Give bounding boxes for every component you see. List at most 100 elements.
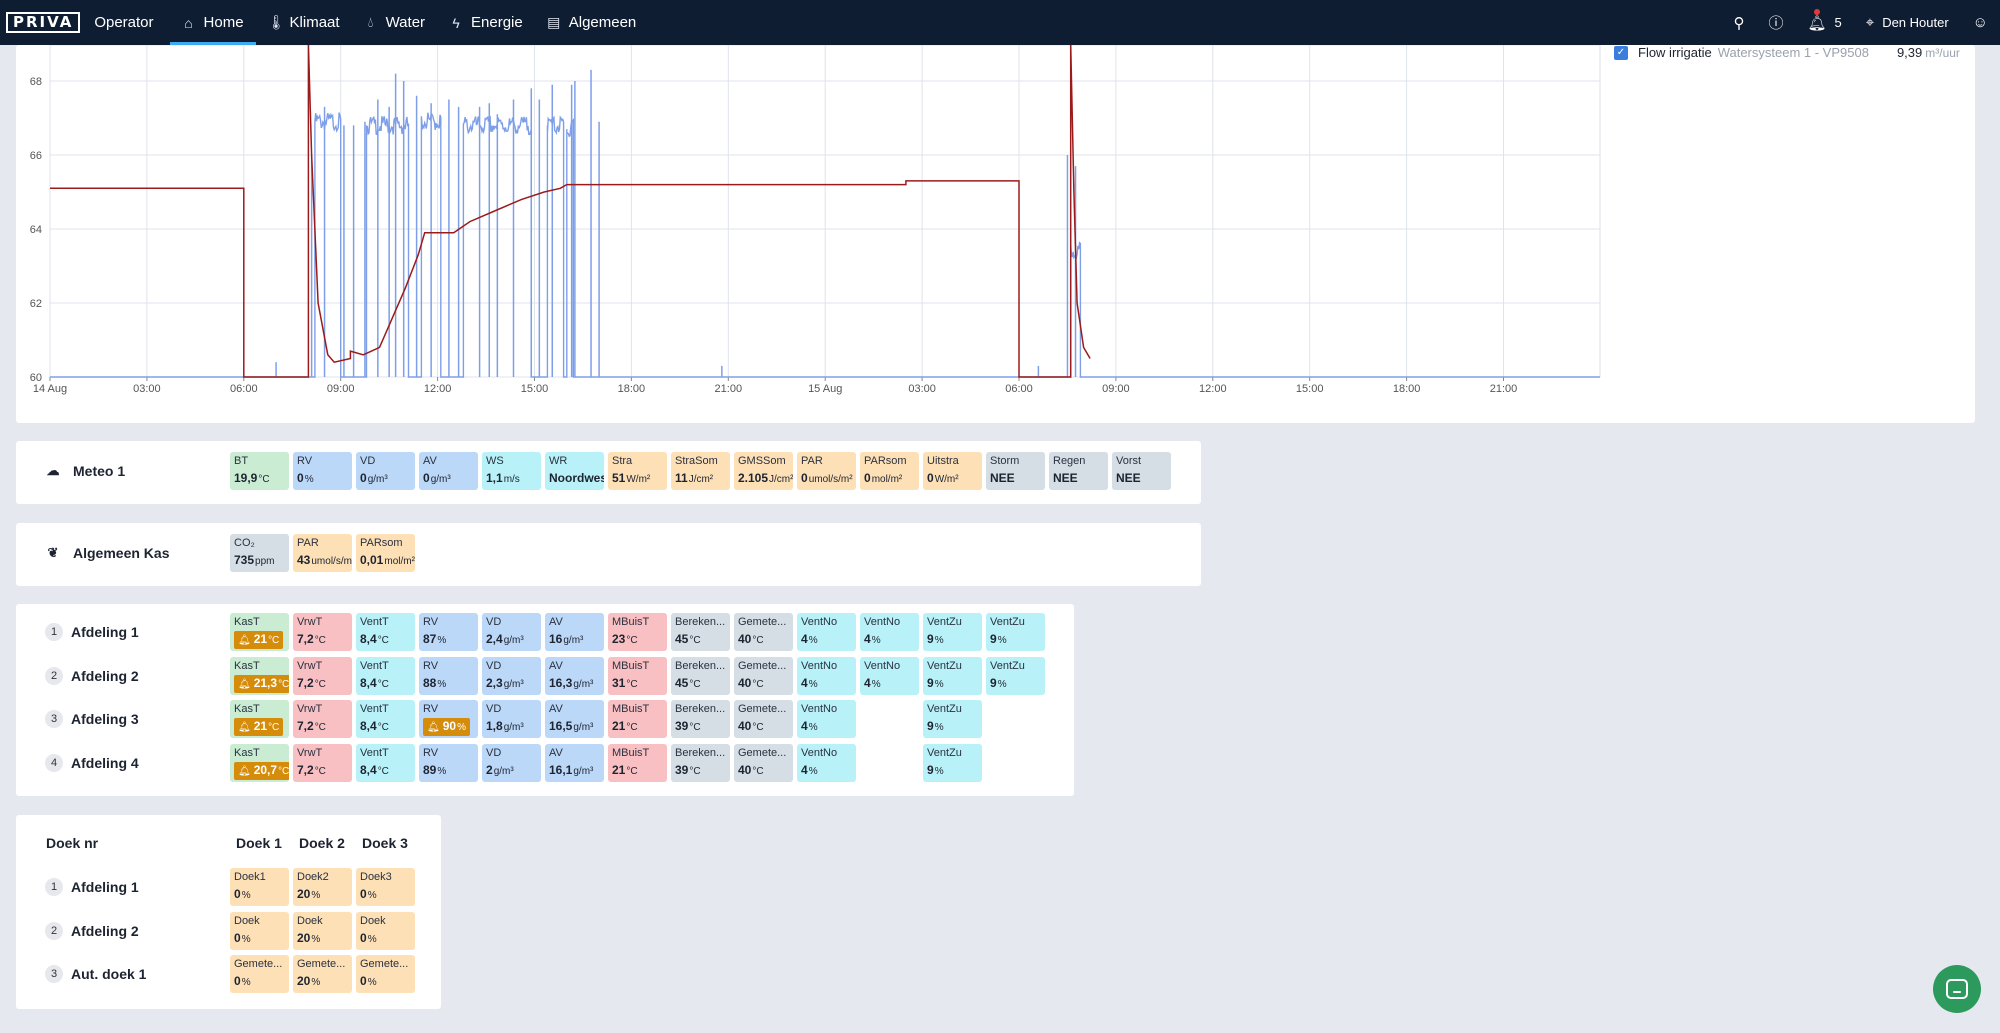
afdeling-label[interactable]: 2 Afdeling 2 [45,666,139,685]
line-chart[interactable]: 606264666814 Aug 03:00 06:00 09:00 12:00 15:0… [16,45,1975,423]
tile-unit: umol/s/m² [311,556,352,567]
value-tile[interactable]: Uitstra 0W/m² [923,452,982,490]
value-tile[interactable]: VentZu 9% [986,656,1045,695]
value-tile[interactable]: VentZu 9% [923,700,982,738]
value-tile[interactable]: VrwT 7,2°C [293,613,352,651]
value-tile[interactable]: PARsom 0,01mol/m² [356,534,415,572]
afdeling-label[interactable]: 1 Afdeling 1 [45,623,139,641]
value-tile[interactable]: Doek1 0% [230,868,289,906]
nav-item-water[interactable]: 💧︎ Water [352,0,437,45]
value-tile[interactable]: BT 19,9°C [230,452,289,490]
value-tile[interactable]: VentZu 9% [923,743,982,782]
checkbox-checked-icon[interactable]: ✓ [1614,45,1628,60]
nav-item-energie[interactable]: ϟ Energie [437,0,535,45]
value-tile[interactable]: Doek2 20% [293,868,352,906]
chat-button[interactable] [1933,965,1981,1013]
value-tile[interactable]: StraSom 11J/cm² [671,452,730,490]
value-tile[interactable]: VentT 8,4°C [356,700,415,738]
value-tile[interactable]: Vorst NEE [1112,452,1171,490]
value-tile[interactable]: Storm NEE [986,452,1045,490]
value-tile[interactable]: RV 88% [419,656,478,695]
value-tile[interactable]: PAR 43umol/s/m² [293,534,352,572]
value-tile[interactable]: Gemete... 40°C [734,700,793,738]
value-tile[interactable]: AV 16,1g/m³ [545,743,604,782]
value-tile[interactable]: Bereken... 45°C [671,656,730,695]
value-tile[interactable]: AV 16,5g/m³ [545,700,604,738]
value-tile[interactable]: Gemete... 0% [230,955,289,993]
value-tile[interactable]: VentT 8,4°C [356,656,415,695]
value-tile[interactable]: Stra 51W/m² [608,452,667,490]
value-tile[interactable]: PAR 0umol/s/m² [797,452,856,490]
value-tile[interactable]: MBuisT 31°C [608,656,667,695]
value-tile[interactable]: Doek 20% [293,911,352,950]
doek-row-label[interactable]: 1 Afdeling 1 [45,878,139,896]
value-tile[interactable]: Gemete... 20% [293,955,352,993]
value-tile[interactable]: VentZu 9% [923,613,982,651]
value-tile[interactable]: VD 2,3g/m³ [482,656,541,695]
value-tile[interactable]: VentNo 4% [860,613,919,651]
search-button[interactable]: ⚲ [1733,14,1744,32]
value-tile[interactable]: KasT 🔔︎ 21,3°C [230,656,289,695]
value-tile[interactable]: VD 1,8g/m³ [482,700,541,738]
value-tile[interactable]: PARsom 0mol/m² [860,452,919,490]
user-menu-button[interactable]: ☺ [1973,14,1988,31]
value-tile[interactable]: WS 1,1m/s [482,452,541,490]
afdeling-label[interactable]: 3 Afdeling 3 [45,710,139,728]
doek-row-label[interactable]: 2 Afdeling 2 [45,921,139,940]
value-tile[interactable]: VD 0g/m³ [356,452,415,490]
value-tile[interactable]: VentNo 4% [797,656,856,695]
value-tile[interactable]: WR Noordwest [545,452,604,490]
value-tile[interactable]: VentNo 4% [860,656,919,695]
nav-item-klimaat[interactable]: 🌡︎ Klimaat [256,0,352,45]
value-tile[interactable]: KasT 🔔︎ 21°C [230,700,289,738]
value-tile[interactable]: VentZu 9% [923,656,982,695]
value-tile[interactable]: VentNo 4% [797,613,856,651]
value-tile[interactable]: VentNo 4% [797,700,856,738]
nav-item-algemeen[interactable]: ▤ Algemeen [535,0,649,45]
value-tile[interactable]: Gemete... 40°C [734,613,793,651]
value-tile[interactable]: Doek3 0% [356,868,415,906]
value-tile[interactable]: VentNo 4% [797,743,856,782]
value-tile[interactable]: MBuisT 23°C [608,613,667,651]
value-tile[interactable]: Doek 0% [230,911,289,950]
value-tile[interactable]: RV 0% [293,452,352,490]
value-tile[interactable]: VentZu 9% [986,613,1045,651]
tile-value: 4 [864,675,871,690]
value-tile[interactable]: RV 87% [419,613,478,651]
value-tile[interactable]: VrwT 7,2°C [293,700,352,738]
value-tile[interactable]: RV 89% [419,743,478,782]
value-tile[interactable]: VrwT 7,2°C [293,656,352,695]
value-tile[interactable]: VD 2,4g/m³ [482,613,541,651]
value-tile[interactable]: VD 2g/m³ [482,743,541,782]
logo[interactable]: PRIVA Operator [6,12,154,33]
location-selector[interactable]: ⌖ Den Houter [1866,14,1949,31]
value-tile[interactable]: Regen NEE [1049,452,1108,490]
value-tile[interactable]: Bereken... 45°C [671,613,730,651]
value-tile[interactable]: Gemete... 0% [356,955,415,993]
value-tile[interactable]: KasT 🔔︎ 21°C [230,613,289,651]
value-tile[interactable]: KasT 🔔︎ 20,7°C [230,743,289,782]
afdeling-label[interactable]: 4 Afdeling 4 [45,753,139,772]
doek-row-label[interactable]: 3 Aut. doek 1 [45,965,146,983]
value-tile[interactable]: MBuisT 21°C [608,743,667,782]
value-tile[interactable]: AV 16g/m³ [545,613,604,651]
value-tile[interactable]: Gemete... 40°C [734,743,793,782]
value-tile[interactable]: RV 🔔︎ 90% [419,700,478,738]
value-tile[interactable]: VentT 8,4°C [356,613,415,651]
nav-item-home[interactable]: ⌂ Home [169,0,256,45]
value-tile[interactable]: Doek 0% [356,911,415,950]
value-tile[interactable]: VrwT 7,2°C [293,743,352,782]
notifications-button[interactable]: 🔔︎ 5 [1807,8,1842,32]
value-tile[interactable]: AV 0g/m³ [419,452,478,490]
value-tile[interactable]: Bereken... 39°C [671,700,730,738]
value-tile[interactable]: GMSSom 2.105J/cm² [734,452,793,490]
help-button[interactable]: ⓘ [1768,12,1783,33]
tile-value: 11 [675,471,688,485]
value-tile[interactable]: CO₂ 735ppm [230,534,289,572]
value-tile[interactable]: VentT 8,4°C [356,743,415,782]
value-tile[interactable]: AV 16,3g/m³ [545,656,604,695]
value-tile[interactable]: MBuisT 21°C [608,700,667,738]
chart-legend-item[interactable]: ✓ Flow irrigatie Watersysteem 1 - VP9508… [1614,45,1960,60]
value-tile[interactable]: Gemete... 40°C [734,656,793,695]
value-tile[interactable]: Bereken... 39°C [671,743,730,782]
